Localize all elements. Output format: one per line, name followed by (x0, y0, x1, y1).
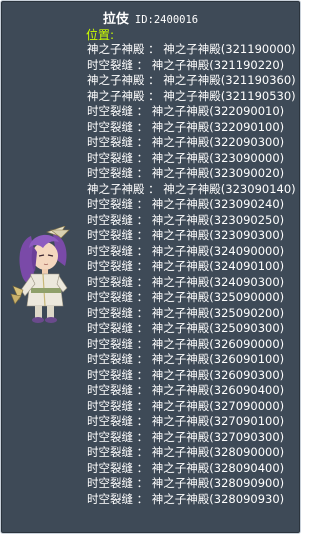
location-entry: 神之子神殿 ： 神之子神殿(321190530) (87, 88, 296, 103)
location-entry: 时空裂缝 ： 神之子神殿(326090400) (87, 383, 285, 397)
location-entry: 时空裂缝 ： 神之子神殿(323090240) (87, 197, 285, 211)
location-entry: 时空裂缝 ： 神之子神殿(324090300) (87, 274, 285, 289)
location-entry: 时空裂缝 ： 神之子神殿(326090100) (87, 352, 285, 366)
location-entry: 神之子神殿 ： 神之子神殿(321190360) (87, 73, 296, 87)
location-label: 位置: (86, 28, 115, 42)
npc-name: 拉伎 (102, 12, 129, 27)
npc-id: ID:2400016 (134, 14, 199, 26)
npc-header: 拉伎 ID:2400016 (1, 8, 300, 27)
location-entry: 时空裂缝 ： 神之子神殿(328090900) (87, 476, 285, 490)
location-entry: 时空裂缝 ： 神之子神殿(321190220) (87, 57, 285, 72)
location-entry: 时空裂缝 ： 神之子神殿(325090300) (87, 321, 285, 335)
location-entry: 神之子神殿 ： 神之子神殿(321190000) (87, 42, 296, 56)
location-entry: 时空裂缝 ： 神之子神殿(327090300) (87, 429, 285, 444)
location-entry: 时空裂缝 ： 神之子神殿(328090930) (87, 491, 285, 506)
location-entry: 时空裂缝 ： 神之子神殿(322090010) (87, 104, 285, 118)
location-entry: 神之子神殿 ： 神之子神殿(323090140) (87, 181, 296, 196)
location-entry: 时空裂缝 ： 神之子神殿(323090250) (87, 212, 285, 227)
location-entry: 时空裂缝 ： 神之子神殿(326090000) (87, 336, 285, 351)
location-entry: 时空裂缝 ： 神之子神殿(325090200) (87, 305, 285, 320)
location-entry: 时空裂缝 ： 神之子神殿(324090000) (87, 243, 285, 258)
location-entry: 时空裂缝 ： 神之子神殿(326090300) (87, 367, 285, 382)
location-entry: 时空裂缝 ： 神之子神殿(323090000) (87, 150, 285, 165)
location-entry: 时空裂缝 ： 神之子神殿(325090000) (87, 290, 285, 304)
location-entry: 时空裂缝 ： 神之子神殿(327090100) (87, 414, 285, 428)
location-entry: 时空裂缝 ： 神之子神殿(323090020) (87, 166, 285, 180)
location-entry: 时空裂缝 ： 神之子神殿(328090000) (87, 445, 285, 459)
npc-info-tooltip: 拉伎 ID:2400016 位置: 神之子神殿 ： 神之子神殿(321190000… (0, 0, 301, 534)
location-entry: 时空裂缝 ： 神之子神殿(327090000) (87, 398, 285, 413)
location-list: 神之子神殿 ： 神之子神殿(321190000) 时空裂缝 ： 神之子神殿(321… (87, 42, 296, 507)
location-entry: 时空裂缝 ： 神之子神殿(323090300) (87, 228, 285, 242)
npc-portrait-icon (10, 226, 70, 323)
location-entry: 时空裂缝 ： 神之子神殿(322090100) (87, 119, 285, 134)
location-entry: 时空裂缝 ： 神之子神殿(328090400) (87, 460, 285, 475)
location-entry: 时空裂缝 ： 神之子神殿(322090300) (87, 135, 285, 149)
location-entry: 时空裂缝 ： 神之子神殿(324090100) (87, 259, 285, 273)
